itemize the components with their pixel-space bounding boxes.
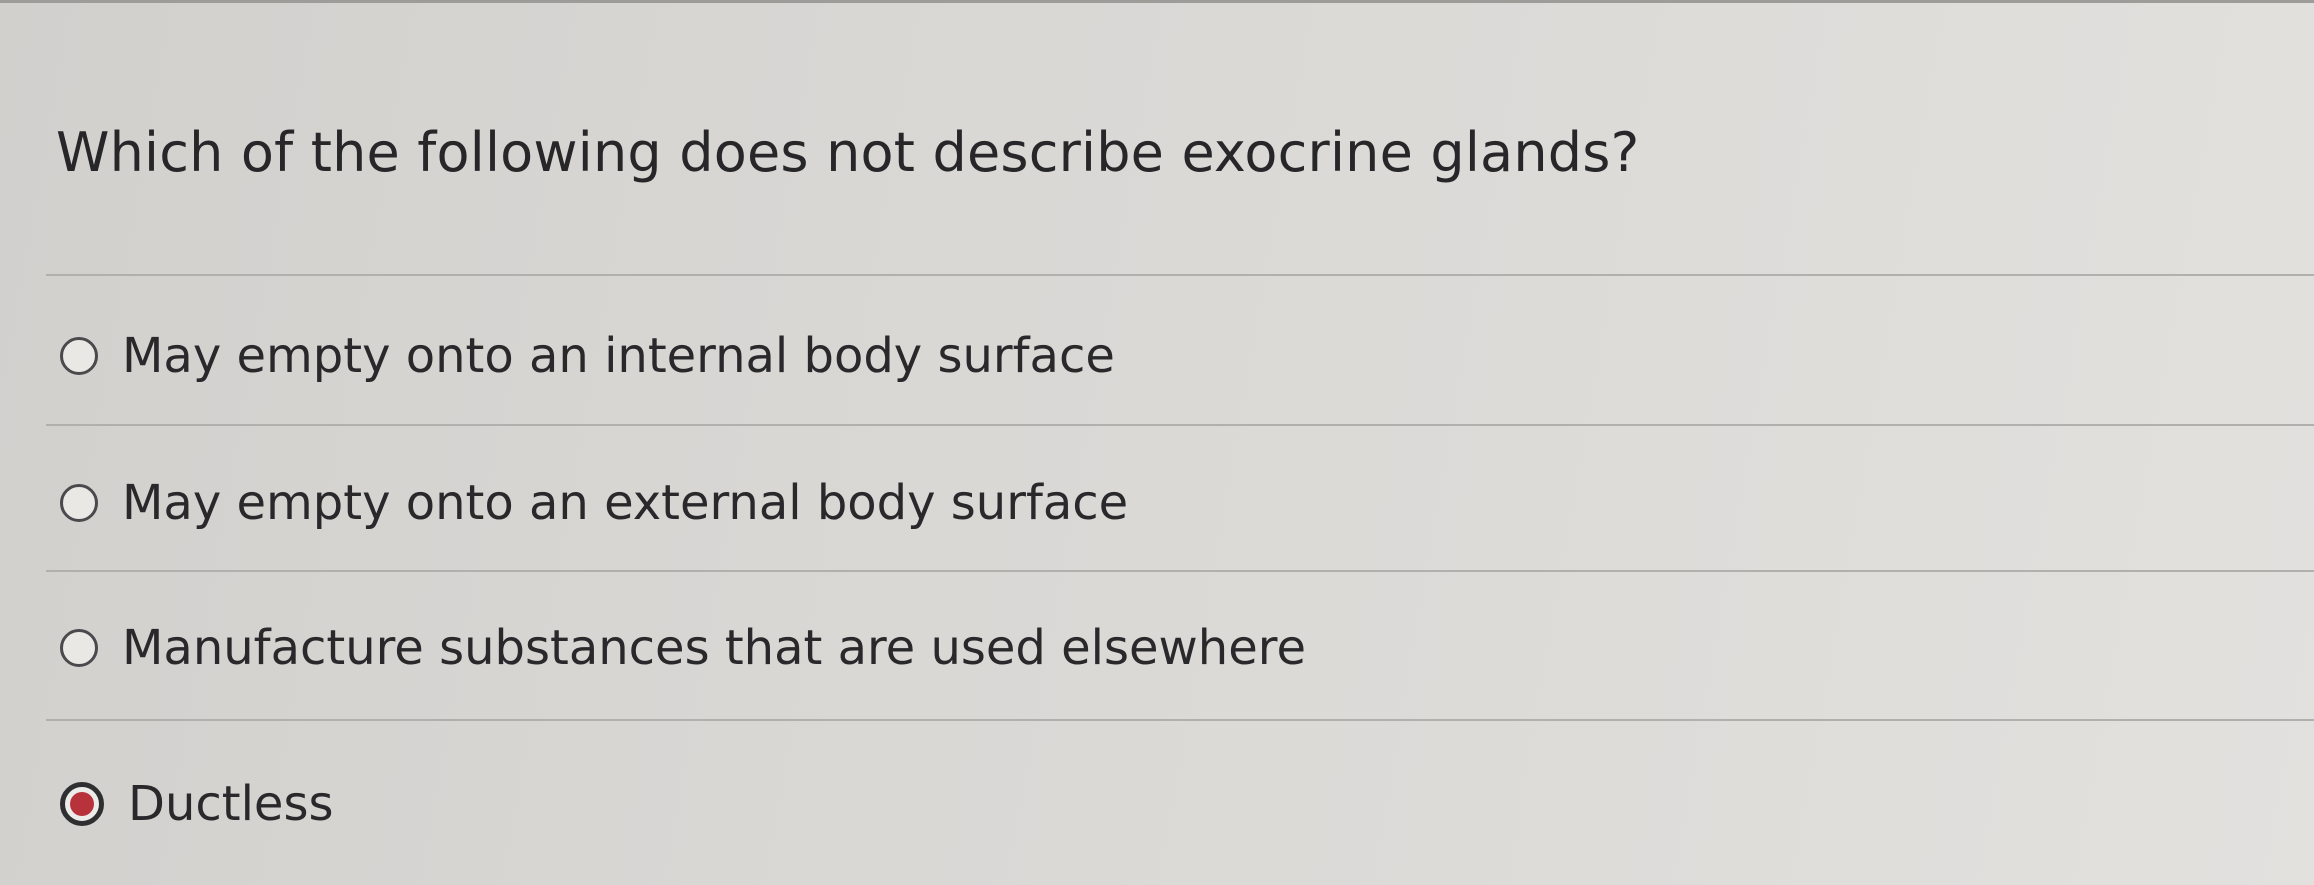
radio-button-unselected-icon[interactable] bbox=[60, 337, 98, 375]
answer-option-4[interactable]: Ductless bbox=[60, 764, 333, 844]
radio-selected-dot-icon bbox=[70, 792, 94, 816]
answer-option-label: Ductless bbox=[128, 776, 334, 832]
divider bbox=[46, 570, 2314, 572]
answer-option-label: May empty onto an external body surface bbox=[122, 475, 1129, 531]
answer-option-3[interactable]: Manufacture substances that are used els… bbox=[60, 608, 1306, 688]
answer-option-label: Manufacture substances that are used els… bbox=[122, 620, 1306, 676]
answer-option-2[interactable]: May empty onto an external body surface bbox=[60, 463, 1128, 543]
answer-option-1[interactable]: May empty onto an internal body surface bbox=[60, 316, 1115, 396]
divider bbox=[46, 424, 2314, 426]
answer-option-label: May empty onto an internal body surface bbox=[122, 328, 1115, 384]
radio-button-unselected-icon[interactable] bbox=[60, 629, 98, 667]
question-text: Which of the following does not describe… bbox=[56, 121, 1640, 184]
radio-button-selected-icon[interactable] bbox=[60, 782, 104, 826]
radio-button-unselected-icon[interactable] bbox=[60, 484, 98, 522]
divider bbox=[46, 274, 2314, 276]
divider bbox=[46, 719, 2314, 721]
top-border bbox=[0, 0, 2314, 3]
